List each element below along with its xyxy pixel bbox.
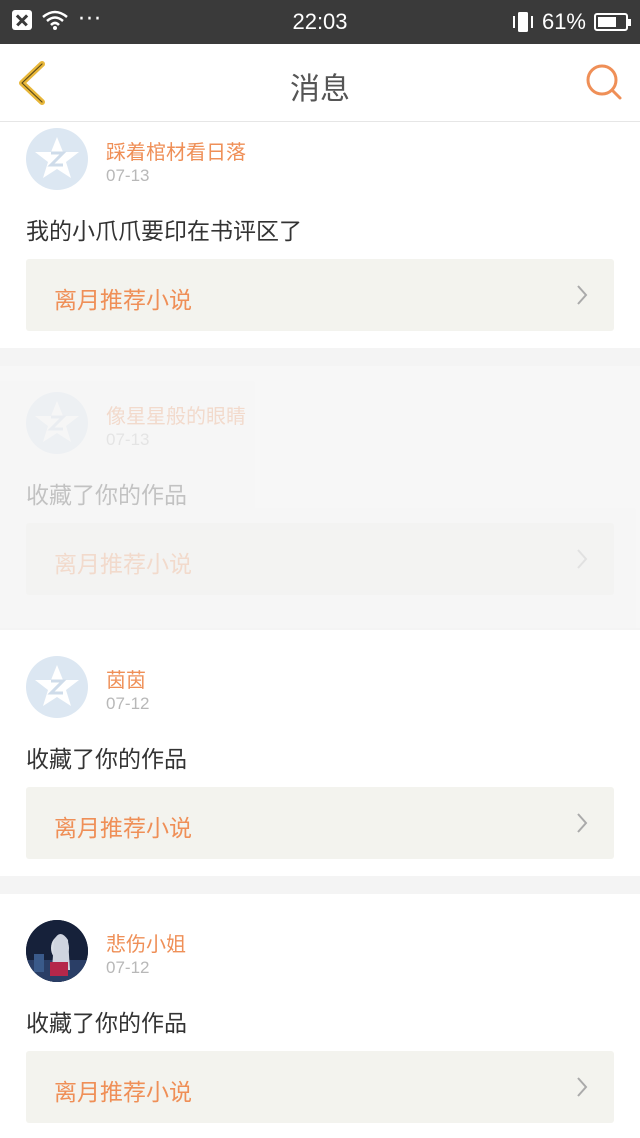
novel-link-label: 离月推荐小说 <box>54 1080 192 1106</box>
novel-link-button[interactable]: 离月推荐小说 <box>26 1051 614 1123</box>
message-card[interactable]: 像星星般的眼睛 07-13 收藏了你的作品 离月推荐小说 <box>0 366 640 628</box>
vibrate-icon <box>512 12 533 32</box>
novel-link-button[interactable]: 离月推荐小说 <box>26 259 614 331</box>
message-text: 收藏了你的作品 <box>26 1011 187 1037</box>
chevron-right-icon <box>577 549 588 569</box>
novel-link-button[interactable]: 离月推荐小说 <box>26 787 614 859</box>
message-date: 07-12 <box>106 694 150 713</box>
message-date: 07-13 <box>106 166 150 185</box>
status-right: 61% <box>512 9 631 35</box>
message-text: 收藏了你的作品 <box>26 483 187 509</box>
status-bar: ··· 22:03 61% <box>0 0 640 44</box>
novel-link-label: 离月推荐小说 <box>54 816 192 842</box>
battery-icon <box>594 13 631 31</box>
page-title: 消息 <box>290 72 350 107</box>
battery-percent: 61% <box>541 9 586 34</box>
default-avatar-icon[interactable] <box>26 128 88 190</box>
username[interactable]: 悲伤小姐 <box>106 928 186 957</box>
username[interactable]: 像星星般的眼睛 <box>106 400 246 429</box>
chevron-right-icon <box>577 813 588 833</box>
username[interactable]: 踩着棺材看日落 <box>106 136 246 165</box>
username[interactable]: 茵茵 <box>106 664 146 693</box>
default-avatar-icon[interactable] <box>26 656 88 718</box>
message-card[interactable]: 悲伤小姐 07-12 收藏了你的作品 离月推荐小说 <box>0 894 640 1138</box>
default-avatar-icon[interactable] <box>26 392 88 454</box>
novel-link-label: 离月推荐小说 <box>54 552 192 578</box>
novel-link-button[interactable]: 离月推荐小说 <box>26 523 614 595</box>
nav-bar: 消息 <box>0 44 640 122</box>
message-card[interactable]: 踩着棺材看日落 07-13 我的小爪爪要印在书评区了 离月推荐小说 <box>0 122 640 348</box>
search-icon[interactable] <box>584 62 624 102</box>
message-text: 我的小爪爪要印在书评区了 <box>26 219 302 245</box>
photo-avatar-icon[interactable] <box>26 920 88 982</box>
message-date: 07-12 <box>106 958 150 977</box>
message-date: 07-13 <box>106 430 150 449</box>
message-card[interactable]: 茵茵 07-12 收藏了你的作品 离月推荐小说 <box>0 630 640 876</box>
message-text: 收藏了你的作品 <box>26 747 187 773</box>
chevron-right-icon <box>577 1077 588 1097</box>
novel-link-label: 离月推荐小说 <box>54 288 192 314</box>
chevron-right-icon <box>577 285 588 305</box>
